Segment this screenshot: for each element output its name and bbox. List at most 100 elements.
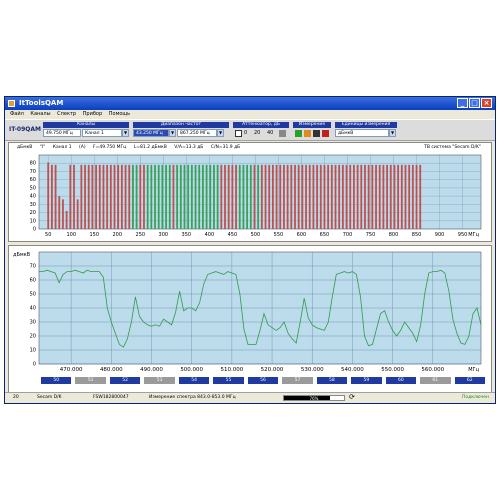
spectrum-bar (98, 164, 101, 229)
window-title: ItToolsQAM (19, 99, 64, 107)
spectrum-bar (375, 164, 377, 229)
units-dropdown-button[interactable]: ▼ (389, 129, 396, 137)
channel-strip-item[interactable]: 58 (316, 377, 348, 384)
menu-device[interactable]: Прибор (83, 110, 103, 119)
spectrum-chart[interactable]: 0 10 20 30 40 50 60 70 80 50 100 150 200 250 300 350 400… (9, 151, 491, 243)
range-from-field[interactable]: 43.250 МГц (133, 129, 169, 137)
spectrum-bar (393, 164, 396, 229)
spectrum-panel: дБмкВ "I" Канал 1 (A) F=49.750 МГц L=81.… (8, 142, 492, 242)
detail-spectrum-chart[interactable]: дБмкВ 0 10 20 30 40 50 60 70 470.000 480.000 490.00… (9, 246, 491, 376)
spectrum-bar (268, 164, 271, 229)
channel-strip-item[interactable]: 53 (144, 377, 175, 384)
minimize-button[interactable]: _ (457, 98, 468, 108)
menu-channels[interactable]: Каналы (30, 110, 50, 119)
spectrum-bar (209, 164, 212, 229)
channel-strip-item[interactable]: 57 (282, 377, 313, 384)
spectrum-bar (345, 164, 348, 229)
refresh-icon[interactable] (304, 130, 311, 137)
spectrum-bar (80, 164, 83, 229)
spectrum-x-tick-label: 650 (320, 232, 330, 238)
spectrum-bar (50, 164, 53, 229)
toolbar: IT-09QAM Каналы 49.750 МГц Канал 1 ▼ Диа… (5, 119, 495, 141)
spectrum-bar (364, 164, 366, 229)
spectrum-bar (190, 164, 193, 229)
attenuator-40[interactable]: 40 (267, 130, 273, 136)
spectrum-bar (400, 164, 403, 229)
channel-strip-item[interactable]: 59 (351, 377, 382, 384)
spectrum-bar (386, 164, 388, 229)
info-mod: (A) (79, 145, 86, 150)
spectrum-bar (106, 164, 109, 229)
spectrum-bar (349, 164, 352, 229)
menu-bar: Файл Каналы Спектр Прибор Помощь (5, 110, 495, 119)
channel-dropdown-button[interactable]: ▼ (122, 129, 129, 137)
range-to-field[interactable]: 867.250 МГц (177, 129, 217, 137)
spectrum-bar (128, 164, 131, 229)
sync-icon[interactable]: ⟳ (349, 393, 355, 401)
spectrum-y-tick-label: 0 (33, 227, 36, 233)
spectrum-bar (371, 164, 374, 229)
menu-help[interactable]: Помощь (109, 110, 130, 119)
units-select[interactable]: дБмкВ (335, 129, 389, 137)
detail-unit-label: дБмкВ (13, 252, 31, 258)
status-system: Secam D/K (37, 395, 62, 400)
channel-strip-item[interactable]: 51 (75, 377, 106, 384)
spectrum-bar (220, 164, 223, 229)
spectrum-bar (246, 164, 249, 229)
channel-select[interactable]: Канал 1 (82, 129, 122, 137)
tv-system-label: ТВ система "Secam D/K" (424, 145, 481, 150)
spectrum-bar (132, 164, 134, 229)
menu-file[interactable]: Файл (10, 110, 24, 119)
spectrum-bar (360, 164, 363, 229)
channel-strip-item[interactable]: 60 (385, 377, 417, 384)
spectrum-bar (102, 164, 105, 229)
status-task: Измерение спектра 843.0-853.0 МГц (149, 395, 236, 400)
spectrum-bar (297, 164, 300, 229)
spectrum-bar (316, 164, 318, 229)
spectrum-bar (260, 164, 263, 229)
spectrum-bar (408, 164, 411, 229)
menu-spectrum[interactable]: Спектр (57, 110, 76, 119)
measure-header: Измерение (293, 122, 331, 128)
range-to-dropdown[interactable]: ▼ (217, 129, 224, 137)
spectrum-bar (95, 164, 97, 229)
channel-frequency-field[interactable]: 49.750 МГц (43, 129, 81, 137)
attenuator-header: Аттенюатор, дБ (233, 122, 289, 128)
attenuator-auto-icon[interactable] (279, 130, 286, 137)
channel-strip-item[interactable]: 56 (247, 377, 279, 384)
detail-x-tick-label: 480.000 (100, 367, 123, 373)
channel-strip-item[interactable]: 61 (420, 377, 451, 384)
detail-x-tick-label: 490.000 (140, 367, 163, 373)
attenuator-0[interactable]: 0 (244, 130, 247, 136)
play-icon[interactable] (295, 130, 302, 137)
spectrum-bar (235, 164, 237, 229)
spectrum-y-tick-label: 70 (30, 169, 36, 175)
spectrum-bar (194, 164, 197, 229)
spectrum-bar (62, 199, 64, 229)
spectrum-bar (91, 164, 94, 229)
range-from-dropdown[interactable]: ▼ (169, 129, 176, 137)
attenuator-radio-0[interactable] (235, 130, 242, 137)
channel-strip-item[interactable]: 50 (41, 377, 72, 384)
close-button[interactable]: × (481, 98, 492, 108)
attenuator-20[interactable]: 20 (254, 130, 260, 136)
spectrum-bar (161, 164, 164, 229)
spectrum-bar (367, 164, 370, 229)
spectrum-bar (323, 164, 326, 229)
channel-strip-item[interactable]: 55 (213, 377, 244, 384)
spectrum-bar (154, 164, 156, 229)
channel-strip-item[interactable]: 62 (454, 377, 485, 384)
stop-icon[interactable] (313, 130, 320, 137)
maximize-button[interactable]: □ (469, 98, 480, 108)
info-level: L=81.2 дБмкВ (133, 145, 167, 150)
spectrum-y-tick-label: 80 (30, 161, 36, 167)
spectrum-bar (224, 164, 226, 229)
spectrum-bar (341, 164, 344, 229)
record-icon[interactable] (322, 130, 329, 137)
detail-y-tick-label: 70 (30, 264, 36, 270)
channel-strip-item[interactable]: 54 (178, 377, 210, 384)
channel-strip-item[interactable]: 52 (109, 377, 141, 384)
spectrum-bar (216, 164, 219, 229)
spectrum-y-tick-label: 50 (30, 185, 36, 191)
spectrum-x-tick-label: 900 (435, 232, 445, 238)
